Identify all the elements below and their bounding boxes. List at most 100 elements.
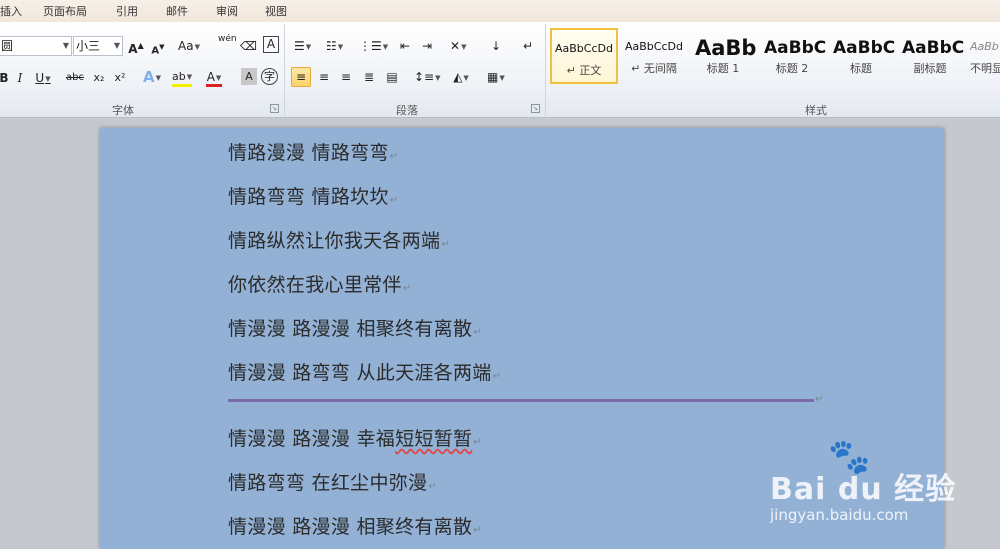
char-shading-button[interactable]: A — [241, 68, 257, 85]
text-line[interactable]: 情路弯弯 在红尘中弥漫↵ — [228, 468, 437, 495]
outdent-icon: ⇤ — [399, 39, 411, 53]
tab-mailings[interactable]: 邮件 — [166, 3, 188, 19]
underline-button[interactable]: U▼ — [35, 68, 51, 88]
subscript-button[interactable]: x₂ — [91, 68, 107, 88]
strikethrough-label: abc — [66, 72, 84, 83]
paragraph-mark: ↵ — [428, 481, 438, 492]
tab-review[interactable]: 审阅 — [216, 3, 238, 19]
style-heading-1[interactable]: AaBb 标题 1 — [689, 28, 757, 84]
font-size-combo[interactable]: 小三 ▼ — [73, 36, 123, 56]
style-normal[interactable]: AaBbCcDd ↵ 正文 — [550, 28, 618, 84]
change-case-label: Aa — [178, 39, 194, 53]
line-text: 情漫漫 路漫漫 相聚终有离散 — [228, 318, 473, 340]
text-line[interactable]: 情漫漫 路漫漫 相聚终有离散↵ — [228, 314, 482, 341]
underline-label: U — [35, 71, 45, 85]
watermark-url: jingyan.baidu.com — [770, 506, 909, 524]
justify-button[interactable]: ≣ — [361, 67, 377, 87]
shrink-font-button[interactable]: A▼ — [150, 37, 166, 57]
style-name: 副标题 — [913, 62, 947, 75]
chinese-layout-button[interactable]: ✕▼ — [450, 36, 466, 56]
enclose-char-button[interactable]: 字 — [261, 68, 278, 85]
tab-page-layout[interactable]: 页面布局 — [43, 3, 87, 19]
text-line[interactable]: 情路漫漫 情路弯弯↵ — [228, 138, 398, 165]
change-case-button[interactable]: Aa▼ — [178, 36, 200, 56]
paragraph-dialog-launcher-icon[interactable]: ↘ — [531, 104, 540, 113]
enclose-char-label: 字 — [264, 70, 275, 83]
style-heading-2[interactable]: AaBbC 标题 2 — [758, 28, 826, 84]
italic-button[interactable]: I — [12, 68, 28, 88]
word-window: 插入 页面布局 引用 邮件 审阅 视图 圆 ▼ 小三 ▼ A▲ A▼ Aa▼ w… — [0, 0, 1000, 549]
text-line[interactable]: 情漫漫 路漫漫 幸福短短暂暂↵ — [228, 424, 482, 451]
style-sample: AaBbCcDd — [555, 42, 613, 55]
numbering-button[interactable]: ☷▼ — [326, 36, 343, 56]
font-color-button[interactable]: A▼ — [206, 67, 222, 87]
chevron-down-icon: ▼ — [382, 42, 389, 51]
multilevel-list-button[interactable]: ⋮☰▼ — [359, 36, 388, 56]
justify-icon: ≣ — [363, 70, 375, 84]
line-spacing-button[interactable]: ↕≡▼ — [414, 67, 441, 87]
text-line[interactable]: 情路弯弯 情路坎坎↵ — [228, 182, 398, 209]
font-name-combo[interactable]: 圆 ▼ — [0, 36, 72, 56]
line-text: 情漫漫 路漫漫 相聚终有离散 — [228, 516, 473, 538]
align-left-icon: ≡ — [295, 70, 307, 84]
chevron-down-icon: ▼ — [435, 73, 441, 82]
line-spacing-icon: ↕≡ — [414, 70, 435, 84]
show-marks-button[interactable]: ↵ — [520, 36, 536, 56]
style-name: 标题 1 — [706, 62, 740, 75]
style-title[interactable]: AaBbC 标题 — [827, 28, 895, 84]
style-subtle-emphasis[interactable]: AaBb 不明显 — [962, 28, 1000, 84]
numbered-list-icon: ☷ — [326, 39, 337, 53]
group-divider — [545, 24, 546, 116]
text-effects-button[interactable]: A▼ — [143, 67, 161, 87]
text-line[interactable]: 情漫漫 路弯弯 从此天涯各两端↵ — [228, 358, 501, 385]
watermark-brand: Bai du 经验 — [770, 472, 957, 507]
highlight-button[interactable]: ab▼ — [172, 67, 193, 87]
distributed-button[interactable]: ▤ — [384, 67, 400, 87]
chinese-layout-icon: ✕ — [450, 39, 461, 53]
tab-references[interactable]: 引用 — [116, 3, 138, 19]
grow-font-button[interactable]: A▲ — [128, 36, 144, 56]
decrease-indent-button[interactable]: ⇤ — [397, 36, 413, 56]
bold-icon: B — [0, 71, 9, 85]
borders-button[interactable]: ▦▼ — [487, 67, 505, 87]
superscript-button[interactable]: x² — [112, 68, 128, 88]
line-text: 情路漫漫 情路弯弯 — [228, 142, 389, 164]
chevron-down-icon: ▼ — [337, 42, 344, 51]
line-text: 情漫漫 路漫漫 幸福 — [228, 428, 396, 450]
phonetic-guide-button[interactable]: wén — [218, 34, 237, 54]
strikethrough-button[interactable]: abc — [66, 68, 84, 88]
indent-icon: ⇥ — [421, 39, 433, 53]
text-line[interactable]: 你依然在我心里常伴↵ — [228, 270, 411, 297]
sort-button[interactable]: ↓ — [488, 36, 504, 56]
font-name-value: 圆 — [1, 39, 14, 53]
bullets-button[interactable]: ☰▼ — [294, 36, 311, 56]
line-text: 情路弯弯 情路坎坎 — [228, 186, 389, 208]
font-dialog-launcher-icon[interactable]: ↘ — [270, 104, 279, 113]
text-line[interactable]: 情路纵然让你我天各两端↵ — [228, 226, 450, 253]
text-line[interactable]: 情漫漫 路漫漫 相聚终有离散↵ — [228, 512, 482, 539]
style-no-spacing[interactable]: AaBbCcDd ↵ 无间隔 — [620, 28, 688, 84]
char-border-button[interactable]: A — [263, 36, 279, 53]
style-subtitle[interactable]: AaBbC 副标题 — [896, 28, 964, 84]
align-center-button[interactable]: ≡ — [316, 67, 332, 87]
ribbon: 圆 ▼ 小三 ▼ A▲ A▼ Aa▼ wén ⌫ A B I U▼ abc x₂… — [0, 22, 1000, 118]
style-name: ↵ 正文 — [566, 64, 602, 77]
clear-format-button[interactable]: ⌫ — [240, 36, 257, 56]
style-sample: AaBbC — [833, 38, 895, 58]
increase-indent-button[interactable]: ⇥ — [419, 36, 435, 56]
shading-button[interactable]: ◭▼ — [453, 67, 469, 87]
align-left-button[interactable]: ≡ — [291, 67, 311, 87]
paragraph-mark: ↵ — [389, 151, 399, 162]
chevron-down-icon: ▼ — [113, 41, 120, 50]
sort-icon: ↓ — [490, 39, 502, 53]
line-text: 情路纵然让你我天各两端 — [228, 230, 441, 252]
bold-button[interactable]: B — [0, 68, 12, 88]
paragraph-mark: ↵ — [389, 195, 399, 206]
chevron-down-icon: ▼ — [186, 73, 193, 81]
align-right-button[interactable]: ≡ — [338, 67, 354, 87]
line-text: 情漫漫 路弯弯 从此天涯各两端 — [228, 362, 492, 384]
highlight-label: ab — [172, 70, 186, 83]
tab-view[interactable]: 视图 — [265, 3, 287, 19]
tab-insert[interactable]: 插入 — [0, 3, 22, 19]
distribute-icon: ▤ — [386, 70, 398, 84]
